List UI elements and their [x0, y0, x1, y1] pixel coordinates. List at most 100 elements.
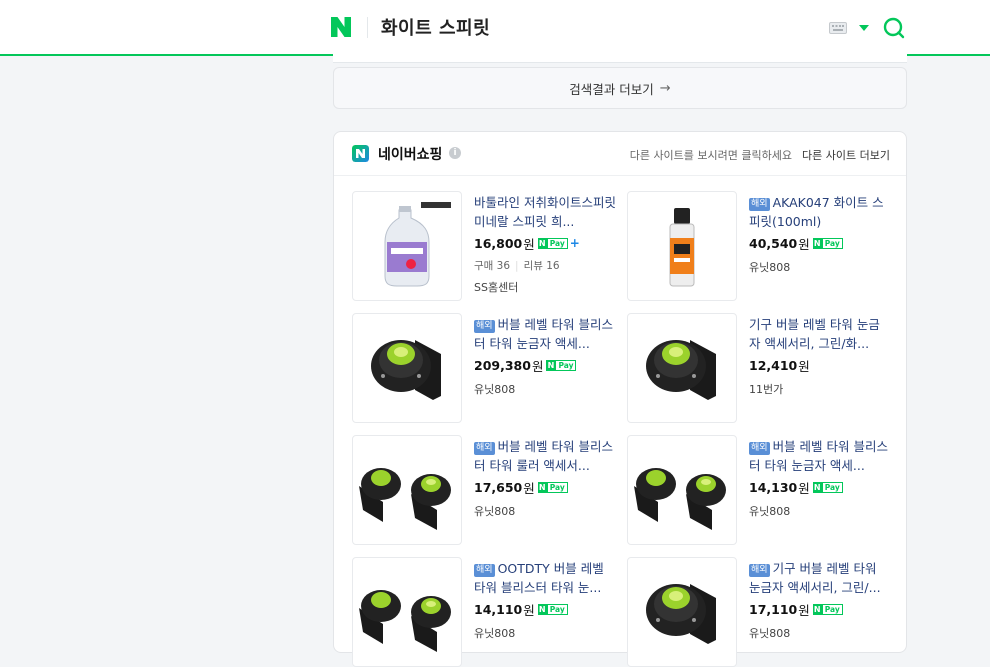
product-info: 해외 OOTDTY 버블 레벨 타워 블리스터 타워 눈... 14,110 원 N Pa… — [474, 559, 616, 641]
seller-name[interactable]: SS홈센터 — [474, 279, 616, 295]
currency-unit: 원 — [531, 359, 544, 374]
top-header: 화이트 스피릿 — [0, 0, 990, 56]
price-row: 40,540 원 N Pay — [749, 234, 891, 253]
npay-badge: N Pay — [812, 604, 843, 615]
npay-label: Pay — [546, 238, 568, 249]
price-row: 17,110 원 N Pay — [749, 600, 891, 619]
product-title-link[interactable]: 해외 AKAK047 화이트 스피릿(100ml) — [749, 193, 891, 231]
product-price: 40,540 — [749, 236, 798, 251]
search-icon[interactable] — [882, 16, 906, 40]
overseas-badge: 해외 — [474, 442, 495, 455]
product-item[interactable]: 해외 버블 레벨 타워 블리스 터 타워 룰러 액세서... 17,650 원 N Pay… — [352, 435, 617, 545]
product-thumbnail[interactable] — [352, 557, 462, 667]
currency-unit: 원 — [798, 603, 810, 618]
more-results-label: 검색결과 더보기 — [569, 81, 654, 97]
npay-n: N — [537, 238, 547, 249]
product-title-link[interactable]: 해외 버블 레벨 타워 블리스 터 타워 룰러 액세서... — [474, 437, 616, 475]
price-row: 209,380 원 N Pay — [474, 356, 616, 375]
npay-n: N — [537, 604, 547, 615]
product-info: 기구 버블 레벨 타워 눈금자 액세서리, 그린/화... 12,410 원 11번가 — [749, 315, 891, 397]
npay-badge: N Pay — [812, 238, 843, 249]
npay-badge: N Pay — [546, 360, 577, 371]
product-item[interactable]: 해외 버블 레벨 타워 블리스터 타워 눈금자 액세... 14,130 원 N Pay 유… — [627, 435, 892, 545]
seller-name[interactable]: 11번가 — [749, 381, 891, 397]
product-thumbnail[interactable] — [352, 435, 462, 545]
product-item[interactable]: 해외 기구 버블 레벨 타워 눈금자 액세서리, 그린/... 17,110 원 N Pa… — [627, 557, 892, 667]
product-info: 해외 기구 버블 레벨 타워 눈금자 액세서리, 그린/... 17,110 원 N Pa… — [749, 559, 891, 641]
product-item[interactable]: 해외 OOTDTY 버블 레벨 타워 블리스터 타워 눈... 14,110 원 N Pa… — [352, 557, 617, 667]
review-count[interactable]: 리뷰 16 — [524, 260, 560, 272]
npay-badge: N Pay — [537, 604, 568, 615]
product-thumbnail[interactable] — [627, 557, 737, 667]
product-price: 17,110 — [749, 602, 798, 617]
shopping-title: 네이버쇼핑 — [378, 147, 443, 163]
seller-name[interactable]: 유닛808 — [474, 625, 616, 641]
other-sites-link[interactable]: 다른 사이트 더보기 — [802, 147, 890, 163]
product-info: 해외 버블 레벨 타워 블리스 터 타워 룰러 액세서... 17,650 원 N Pay… — [474, 437, 616, 519]
product-info: 해외 버블 레벨 타워 블리스터 타워 눈금자 액세... 209,380 원 N Pay… — [474, 315, 616, 397]
overseas-badge: 해외 — [749, 564, 770, 577]
more-results-button[interactable]: 검색결과 더보기 → — [333, 67, 907, 109]
product-thumbnail[interactable] — [352, 191, 462, 301]
stats-divider: | — [515, 260, 519, 272]
product-title-link[interactable]: 해외 버블 레벨 타워 블리스터 타워 눈금자 액세... — [474, 315, 616, 353]
product-title: 버블 레벨 타워 블리스 터 타워 룰러 액세서... — [474, 439, 613, 473]
product-thumbnail[interactable] — [627, 313, 737, 423]
npay-label: Pay — [821, 482, 843, 493]
npay-badge: N Pay — [812, 482, 843, 493]
npay-badge: N Pay + — [537, 236, 580, 250]
shopping-header: 네이버쇼핑 i 다른 사이트를 보시려면 클릭하세요 다른 사이트 더보기 — [334, 132, 906, 176]
npay-n: N — [812, 238, 822, 249]
price-row: 16,800 원 N Pay + — [474, 234, 616, 253]
npay-n: N — [812, 604, 822, 615]
npay-n: N — [537, 482, 547, 493]
product-title-link[interactable]: 해외 기구 버블 레벨 타워 눈금자 액세서리, 그린/... — [749, 559, 891, 597]
product-info: 해외 버블 레벨 타워 블리스터 타워 눈금자 액세... 14,130 원 N Pay 유… — [749, 437, 891, 519]
npay-n: N — [546, 360, 556, 371]
npay-label: Pay — [821, 238, 843, 249]
npay-label: Pay — [546, 604, 568, 615]
product-title-link[interactable]: 기구 버블 레벨 타워 눈금자 액세서리, 그린/화... — [749, 315, 891, 353]
seller-name[interactable]: 유닛808 — [749, 503, 891, 519]
product-price: 17,650 — [474, 480, 523, 495]
npay-label: Pay — [821, 604, 843, 615]
product-price: 14,110 — [474, 602, 523, 617]
search-query[interactable]: 화이트 스피릿 — [381, 14, 490, 40]
product-title: 기구 버블 레벨 타워 눈금자 액세서리, 그린/화... — [749, 317, 880, 351]
keyboard-icon[interactable] — [829, 22, 847, 34]
currency-unit: 원 — [798, 359, 810, 374]
product-price: 209,380 — [474, 358, 531, 373]
seller-name[interactable]: 유닛808 — [474, 503, 616, 519]
product-item[interactable]: 해외 버블 레벨 타워 블리스터 타워 눈금자 액세... 209,380 원 N Pay… — [352, 313, 617, 423]
naver-shopping-section: 네이버쇼핑 i 다른 사이트를 보시려면 클릭하세요 다른 사이트 더보기 바툴… — [333, 131, 907, 667]
arrow-right-icon: → — [659, 80, 671, 96]
product-thumbnail[interactable] — [352, 313, 462, 423]
overseas-badge: 해외 — [474, 320, 495, 333]
overseas-badge: 해외 — [749, 198, 770, 211]
other-sites-message: 다른 사이트를 보시려면 클릭하세요 — [629, 149, 792, 162]
plus-icon: + — [569, 236, 580, 250]
product-item[interactable]: 해외 AKAK047 화이트 스피릿(100ml) 40,540 원 N Pay 유닛808 — [627, 191, 892, 301]
seller-name[interactable]: 유닛808 — [474, 381, 616, 397]
info-icon[interactable]: i — [449, 147, 461, 159]
chevron-down-icon[interactable] — [859, 25, 869, 31]
product-title: 버블 레벨 타워 블리스터 타워 눈금자 액세... — [474, 317, 613, 351]
product-title-link[interactable]: 해외 OOTDTY 버블 레벨 타워 블리스터 타워 눈... — [474, 559, 616, 597]
product-title-link[interactable]: 바툴라인 저취화이트스피릿 미네랄 스피릿 희... — [474, 193, 616, 231]
header-divider — [367, 17, 368, 38]
product-thumbnail[interactable] — [627, 191, 737, 301]
seller-name[interactable]: 유닛808 — [749, 625, 891, 641]
product-thumbnail[interactable] — [627, 435, 737, 545]
naver-logo[interactable] — [331, 17, 351, 37]
price-row: 14,110 원 N Pay — [474, 600, 616, 619]
purchase-count: 구매 36 — [474, 260, 511, 272]
product-price: 12,410 — [749, 358, 798, 373]
seller-name[interactable]: 유닛808 — [749, 259, 891, 275]
product-item[interactable]: 바툴라인 저취화이트스피릿 미네랄 스피릿 희... 16,800 원 N Pay + 구매… — [352, 191, 617, 301]
product-title-link[interactable]: 해외 버블 레벨 타워 블리스터 타워 눈금자 액세... — [749, 437, 891, 475]
npay-n: N — [812, 482, 822, 493]
product-title: 바툴라인 저취화이트스피릿 미네랄 스피릿 희... — [474, 195, 616, 229]
product-item[interactable]: 기구 버블 레벨 타워 눈금자 액세서리, 그린/화... 12,410 원 11번가 — [627, 313, 892, 423]
price-row: 12,410 원 — [749, 356, 891, 375]
currency-unit: 원 — [798, 481, 810, 496]
